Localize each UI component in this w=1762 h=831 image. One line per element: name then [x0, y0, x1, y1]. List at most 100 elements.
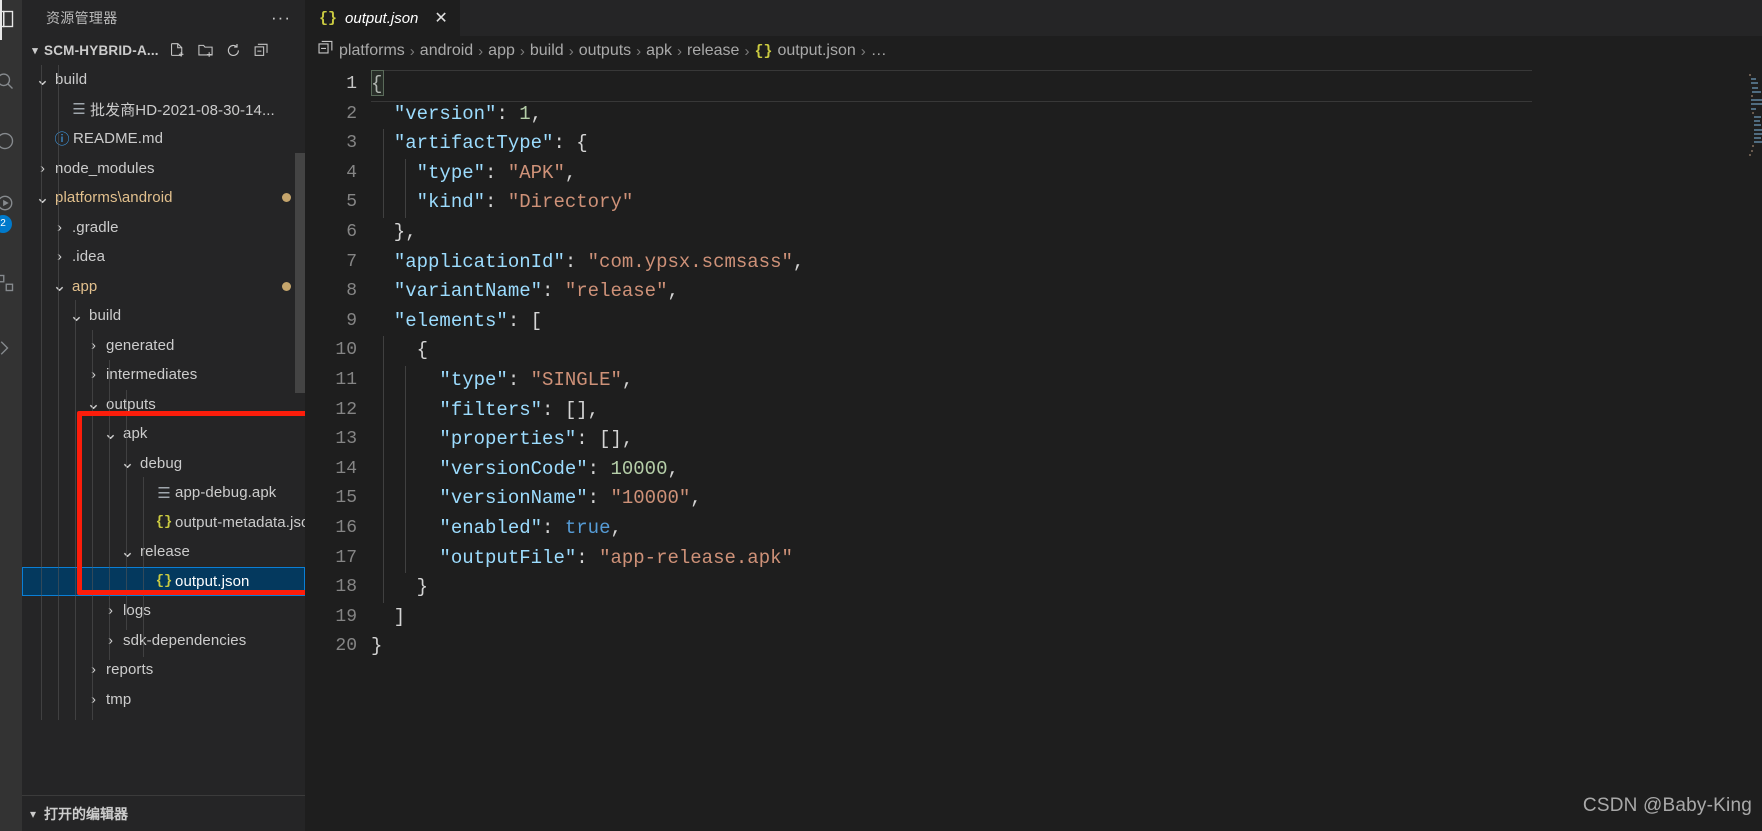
code-line[interactable]: 15 "versionName": "10000",: [305, 484, 1762, 514]
code-editor[interactable]: 1{2 "version": 1, 3 "artifactType": {4 "t…: [305, 66, 1762, 831]
split-editor-icon[interactable]: [317, 39, 335, 62]
sidebar-scrollbar[interactable]: [295, 153, 305, 393]
source-control-icon[interactable]: [0, 128, 18, 154]
chevron-down-icon[interactable]: ⌄: [102, 425, 119, 442]
code-line[interactable]: 18 }: [305, 573, 1762, 603]
explorer-actions: [169, 42, 270, 59]
tree-item[interactable]: ⓘ README.md: [22, 124, 305, 154]
extensions-icon[interactable]: [0, 270, 18, 296]
breadcrumb-item[interactable]: release: [687, 42, 739, 60]
tree-item[interactable]: ⌄ app: [22, 272, 305, 302]
code-line[interactable]: 16 "enabled": true,: [305, 514, 1762, 544]
search-icon[interactable]: [0, 68, 18, 94]
tree-item[interactable]: › sdk-dependencies: [22, 626, 305, 656]
open-editors-section[interactable]: ▾ 打开的编辑器: [22, 795, 305, 831]
tree-item[interactable]: › .gradle: [22, 213, 305, 243]
code-line[interactable]: 5 "kind": "Directory": [305, 188, 1762, 218]
breadcrumb-item[interactable]: platforms: [339, 42, 405, 60]
breadcrumb-file[interactable]: output.json: [777, 42, 855, 60]
tree-item[interactable]: ⌄ platforms\android: [22, 183, 305, 213]
breadcrumb-overflow[interactable]: …: [871, 42, 887, 60]
code-line[interactable]: 6 },: [305, 218, 1762, 248]
tree-item[interactable]: ☰ 批发商HD-2021-08-30-14...: [22, 95, 305, 125]
refresh-icon[interactable]: [225, 42, 242, 59]
tree-item[interactable]: › .idea: [22, 242, 305, 272]
code-content[interactable]: 1{2 "version": 1, 3 "artifactType": {4 "t…: [305, 66, 1762, 662]
code-line[interactable]: 8 "variantName": "release",: [305, 277, 1762, 307]
tree-item[interactable]: ⌄ build: [22, 65, 305, 95]
code-token: :: [542, 280, 565, 303]
run-and-debug-icon[interactable]: [0, 190, 18, 216]
line-number: 16: [335, 517, 357, 538]
new-folder-icon[interactable]: [197, 42, 214, 59]
chevron-down-icon[interactable]: ▾: [26, 44, 44, 57]
breadcrumb-item[interactable]: app: [488, 42, 515, 60]
project-section-header[interactable]: ▾ SCM-HYBRID-A...: [22, 35, 305, 65]
chevron-right-icon[interactable]: ›: [85, 661, 102, 678]
line-number: 1: [346, 74, 357, 94]
breadcrumb-item[interactable]: apk: [646, 42, 672, 60]
code-line[interactable]: 14 "versionCode": 10000,: [305, 455, 1762, 485]
collapse-all-icon[interactable]: [253, 42, 270, 59]
code-line[interactable]: 2 "version": 1,: [305, 100, 1762, 130]
code-line[interactable]: 19 ]: [305, 603, 1762, 633]
tree-item[interactable]: › intermediates: [22, 360, 305, 390]
breadcrumb[interactable]: platforms › android › app › build › outputs › apk ›…: [305, 36, 887, 66]
chevron-right-icon[interactable]: ›: [102, 602, 119, 619]
tree-item[interactable]: ⌄ apk: [22, 419, 305, 449]
chevron-right-icon[interactable]: ›: [102, 632, 119, 649]
code-line[interactable]: 12 "filters": [],: [305, 396, 1762, 426]
tab-output-json[interactable]: {} output.json ✕: [305, 0, 461, 36]
breadcrumb-item[interactable]: build: [530, 42, 564, 60]
tree-item[interactable]: › reports: [22, 655, 305, 685]
close-icon[interactable]: ✕: [434, 8, 447, 28]
code-line-text: }: [371, 632, 382, 662]
explorer-icon[interactable]: [0, 6, 18, 32]
new-file-icon[interactable]: [169, 42, 186, 59]
chevron-down-icon[interactable]: ⌄: [119, 454, 136, 471]
chevron-down-icon[interactable]: ⌄: [68, 307, 85, 324]
chevron-right-icon[interactable]: ›: [34, 160, 51, 177]
tree-item[interactable]: › generated: [22, 331, 305, 361]
chevron-down-icon[interactable]: ⌄: [85, 395, 102, 412]
tree-item[interactable]: ⌄ release: [22, 537, 305, 567]
tree-item[interactable]: {} output-metadata.json: [22, 508, 305, 538]
code-line[interactable]: 11 "type": "SINGLE",: [305, 366, 1762, 396]
code-line[interactable]: 1{: [305, 70, 1762, 102]
tree-item[interactable]: ⌄ debug: [22, 449, 305, 479]
tree-item[interactable]: ☰ app-debug.apk: [22, 478, 305, 508]
sidebar-more-actions-icon[interactable]: ···: [271, 8, 297, 28]
tree-item[interactable]: › node_modules: [22, 154, 305, 184]
chevron-down-icon[interactable]: ⌄: [51, 277, 68, 294]
file-tree[interactable]: ⌄ build ☰ 批发商HD-2021-08-30-14... ⓘ README.md ›…: [22, 65, 305, 720]
chevron-right-icon[interactable]: ›: [85, 366, 102, 383]
chevron-down-icon[interactable]: ⌄: [119, 543, 136, 560]
chevron-right-icon[interactable]: ›: [85, 691, 102, 708]
chevron-right-icon[interactable]: ›: [51, 248, 68, 265]
breadcrumb-item[interactable]: android: [420, 42, 473, 60]
breadcrumb-item[interactable]: outputs: [579, 42, 631, 60]
minimap[interactable]: [1748, 66, 1762, 831]
code-line[interactable]: 20}: [305, 632, 1762, 662]
tree-item[interactable]: ⌄ outputs: [22, 390, 305, 420]
remote-explorer-icon[interactable]: [0, 335, 18, 361]
tree-item[interactable]: › tmp: [22, 685, 305, 715]
code-line[interactable]: 7 "applicationId": "com.ypsx.scmsass",: [305, 248, 1762, 278]
tree-item[interactable]: ⌄ build: [22, 301, 305, 331]
chevron-right-icon[interactable]: ›: [51, 219, 68, 236]
chevron-right-icon[interactable]: ›: [85, 337, 102, 354]
tree-item-selected[interactable]: {} output.json: [22, 566, 305, 596]
code-line[interactable]: 10 {: [305, 336, 1762, 366]
chevron-down-icon[interactable]: ⌄: [34, 189, 51, 206]
chevron-down-icon[interactable]: ▾: [22, 807, 44, 821]
tree-item[interactable]: › logs: [22, 596, 305, 626]
chevron-down-icon[interactable]: ⌄: [34, 71, 51, 88]
code-line[interactable]: 13 "properties": [],: [305, 425, 1762, 455]
code-line[interactable]: 9 "elements": [: [305, 307, 1762, 337]
code-line[interactable]: 17 "outputFile": "app-release.apk": [305, 544, 1762, 574]
code-line[interactable]: 3 "artifactType": {: [305, 129, 1762, 159]
code-line[interactable]: 4 "type": "APK",: [305, 159, 1762, 189]
